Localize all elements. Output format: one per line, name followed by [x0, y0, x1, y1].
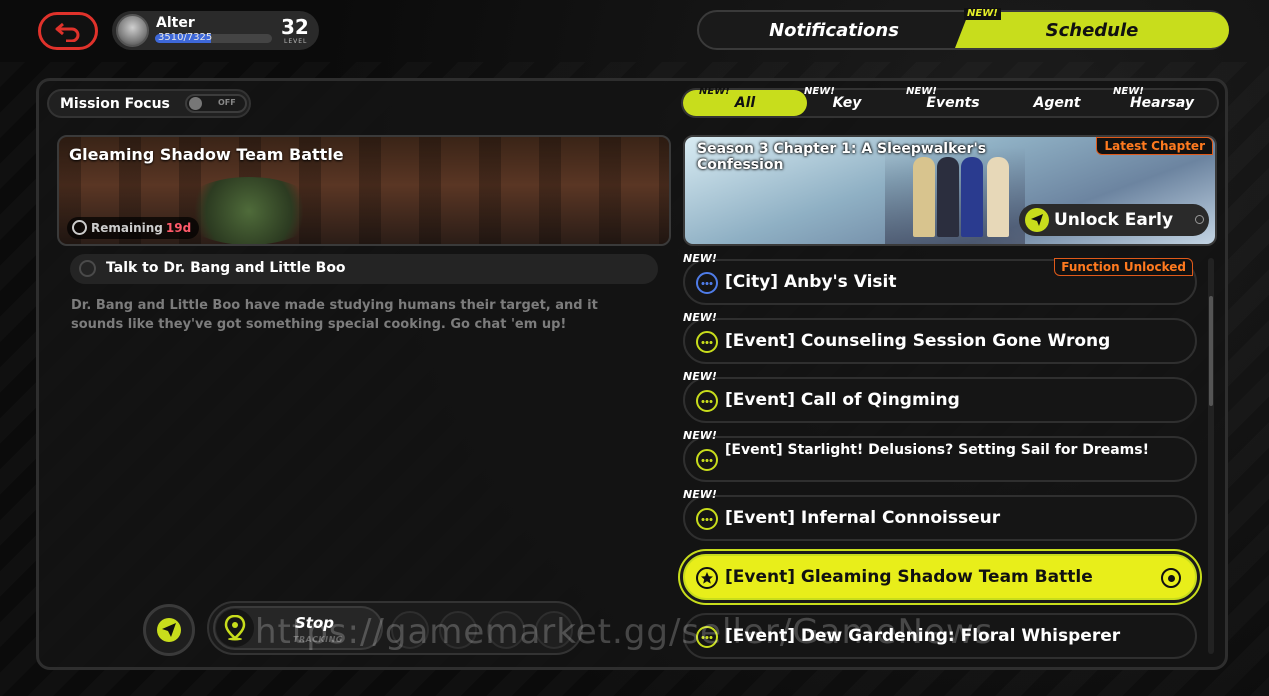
- unlock-early-label: Unlock Early: [1054, 210, 1174, 230]
- back-arrow-icon: [55, 22, 80, 42]
- new-badge: NEW!: [683, 252, 717, 265]
- schedule-new-badge: NEW!: [964, 8, 1001, 20]
- star-icon: [696, 567, 718, 589]
- latest-chapter-banner[interactable]: Season 3 Chapter 1: A Sleepwalker's Conf…: [683, 135, 1217, 246]
- list-item[interactable]: [City] Anby's Visit NEW! Function Unlock…: [683, 252, 1197, 305]
- event-chat-icon: [696, 508, 718, 530]
- remaining-days: 19d: [165, 221, 192, 235]
- send-icon: [157, 618, 181, 642]
- key-new-badge: NEW!: [804, 86, 835, 97]
- list-item-label: [Event] Starlight! Delusions? Setting Sa…: [725, 442, 1149, 458]
- mission-description: Dr. Bang and Little Boo have made studyi…: [71, 298, 598, 332]
- send-icon: [1025, 208, 1049, 232]
- list-item-label: [Event] Infernal Connoisseur: [725, 508, 1001, 528]
- mission-title: Gleaming Shadow Team Battle: [69, 145, 344, 164]
- all-new-badge: NEW!: [699, 86, 730, 97]
- events-new-badge: NEW!: [906, 86, 937, 97]
- toggle-state: OFF: [218, 98, 236, 107]
- back-button[interactable]: [38, 12, 98, 50]
- filter-tab-agent[interactable]: Agent: [1005, 90, 1109, 116]
- latest-chapter-badge: Latest Chapter: [1096, 137, 1213, 155]
- mission-banner-figure: [179, 177, 319, 244]
- list-item[interactable]: [Event] Infernal Connoisseur NEW!: [683, 488, 1197, 541]
- remaining-timer: Remaining 19d: [67, 217, 200, 239]
- location-pin-icon[interactable]: [1161, 568, 1181, 588]
- list-item[interactable]: [Event] Starlight! Delusions? Setting Sa…: [683, 429, 1197, 482]
- task-item[interactable]: Talk to Dr. Bang and Little Boo: [70, 254, 658, 284]
- event-chat-icon: [696, 331, 718, 353]
- list-item-selected[interactable]: [Event] Gleaming Shadow Team Battle: [683, 554, 1197, 600]
- task-checkbox-icon: [79, 260, 96, 277]
- schedule-list: [City] Anby's Visit NEW! Function Unlock…: [683, 252, 1197, 659]
- top-tabs: Notifications Schedule NEW!: [697, 8, 1229, 50]
- filter-tabs: All Key Events Agent Hearsay NEW! NEW! N…: [681, 86, 1219, 118]
- new-badge: NEW!: [683, 488, 717, 501]
- mission-banner[interactable]: Gleaming Shadow Team Battle Remaining 19…: [57, 135, 671, 246]
- unlock-early-button[interactable]: Unlock Early: [1019, 204, 1209, 236]
- mission-focus-label: Mission Focus: [60, 96, 170, 112]
- event-chat-icon: [696, 390, 718, 412]
- new-badge: NEW!: [683, 370, 717, 383]
- info-dot-icon: [1195, 215, 1204, 224]
- task-label: Talk to Dr. Bang and Little Boo: [106, 260, 346, 276]
- tab-notifications[interactable]: Notifications: [699, 12, 969, 48]
- list-item-label: [Event] Gleaming Shadow Team Battle: [725, 567, 1093, 587]
- watermark: https://gamemarket.gg/seller/GameNews: [255, 612, 994, 652]
- list-item-label: [Event] Counseling Session Gone Wrong: [725, 331, 1111, 351]
- level-label: LEVEL: [284, 38, 308, 45]
- mission-focus: Mission Focus OFF: [47, 89, 251, 118]
- function-unlocked-badge: Function Unlocked: [1054, 258, 1193, 276]
- xp-text: 3510/7325: [158, 32, 213, 43]
- toggle-knob: [189, 97, 202, 110]
- clock-icon: [72, 220, 87, 235]
- avatar: [116, 14, 149, 47]
- list-item[interactable]: [Event] Call of Qingming NEW!: [683, 370, 1197, 423]
- event-chat-icon: [696, 449, 718, 471]
- new-badge: NEW!: [683, 429, 717, 442]
- mission-focus-toggle[interactable]: OFF: [185, 94, 247, 113]
- player-name: Alter: [156, 15, 195, 31]
- player-profile[interactable]: Alter 3510/7325 32 LEVEL: [112, 11, 319, 50]
- new-badge: NEW!: [683, 311, 717, 324]
- list-scrollbar[interactable]: [1208, 258, 1214, 654]
- scrollbar-thumb[interactable]: [1209, 296, 1213, 406]
- location-pin-icon: [216, 609, 254, 647]
- chapter-title: Season 3 Chapter 1: A Sleepwalker's Conf…: [697, 141, 987, 173]
- hearsay-new-badge: NEW!: [1113, 86, 1144, 97]
- city-chat-icon: [696, 272, 718, 294]
- list-item-label: [Event] Call of Qingming: [725, 390, 960, 410]
- send-button[interactable]: [143, 604, 195, 656]
- remaining-label: Remaining: [91, 221, 163, 235]
- list-item[interactable]: [Event] Counseling Session Gone Wrong NE…: [683, 311, 1197, 364]
- player-level: 32: [281, 15, 309, 39]
